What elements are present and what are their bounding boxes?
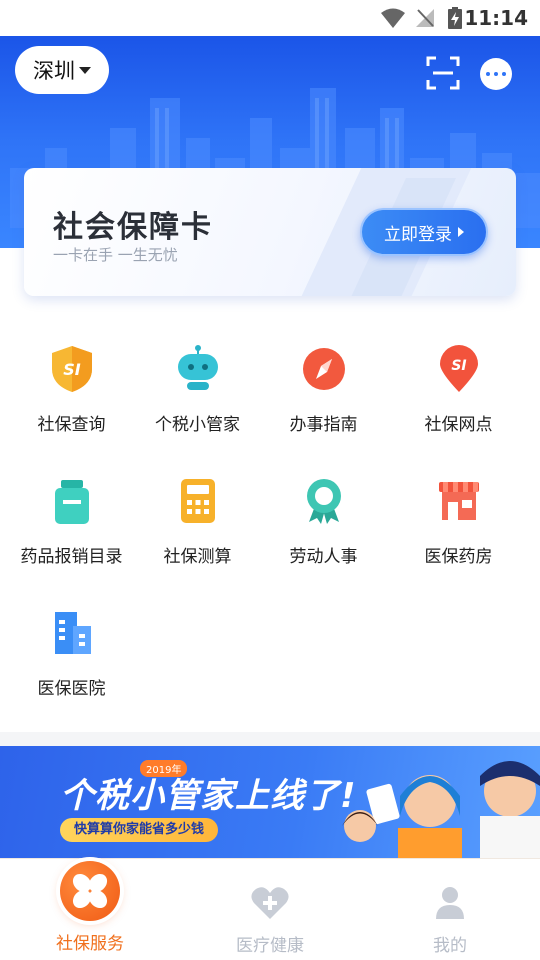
section-divider bbox=[0, 732, 540, 746]
medicine-bottle-icon bbox=[55, 480, 89, 524]
service-item-pharmacy[interactable]: 医保药房 bbox=[391, 468, 526, 578]
banner-headline: 个税小管家上线了! bbox=[60, 776, 357, 816]
service-item-social-security-query[interactable]: SI 社保查询 bbox=[4, 336, 139, 446]
service-item-guide[interactable]: 办事指南 bbox=[256, 336, 391, 446]
service-label: 社保测算 bbox=[163, 547, 232, 567]
service-label: 办事指南 bbox=[289, 415, 358, 435]
battery-charging-icon bbox=[448, 7, 462, 29]
login-button[interactable]: 立即登录 bbox=[360, 208, 488, 256]
bottom-nav: 社保服务 医疗健康 我的 bbox=[0, 858, 540, 960]
svg-text:SI: SI bbox=[63, 360, 81, 379]
user-profile-icon bbox=[436, 887, 464, 919]
location-pin-icon: SI bbox=[440, 345, 478, 392]
arrow-right-icon bbox=[458, 227, 464, 237]
calculator-icon bbox=[181, 479, 215, 523]
badge-medal-icon bbox=[307, 479, 341, 524]
service-label: 药品报销目录 bbox=[20, 547, 123, 567]
banner-pill: 快算算你家能省多少钱 bbox=[60, 818, 219, 842]
social-security-card: 社会保障卡 一卡在手 一生无忧 立即登录 bbox=[24, 168, 516, 296]
pharmacy-store-icon bbox=[439, 482, 479, 520]
scan-icon[interactable] bbox=[426, 56, 460, 90]
nav-tab-mine[interactable]: 我的 bbox=[360, 859, 540, 960]
social-services-icon bbox=[60, 861, 120, 921]
service-item-calculator[interactable]: 社保测算 bbox=[130, 468, 265, 578]
nav-tab-medical-health[interactable]: 医疗健康 bbox=[180, 859, 360, 960]
service-label: 劳动人事 bbox=[289, 547, 358, 567]
compass-icon bbox=[303, 348, 345, 390]
service-item-labor-personnel[interactable]: 劳动人事 bbox=[256, 468, 391, 578]
nav-tab-label: 我的 bbox=[433, 936, 467, 956]
robot-icon bbox=[178, 345, 218, 390]
svg-text:SI: SI bbox=[451, 358, 466, 374]
service-label: 医保药房 bbox=[424, 547, 493, 567]
no-signal-icon bbox=[416, 9, 434, 27]
card-subtitle: 一卡在手 一生无忧 bbox=[53, 246, 178, 264]
status-bar: 11:14 bbox=[0, 0, 540, 36]
service-label: 社保查询 bbox=[37, 415, 106, 435]
city-label: 深圳 bbox=[33, 59, 75, 83]
service-label: 个税小管家 bbox=[155, 415, 240, 435]
status-time: 11:14 bbox=[464, 6, 528, 30]
nav-tab-label: 社保服务 bbox=[56, 934, 124, 954]
message-icon[interactable] bbox=[480, 58, 512, 90]
service-item-drug-catalog[interactable]: 药品报销目录 bbox=[4, 468, 139, 578]
wifi-icon bbox=[381, 8, 405, 28]
service-item-outlets[interactable]: SI 社保网点 bbox=[391, 336, 526, 446]
service-label: 医保医院 bbox=[37, 679, 106, 699]
heart-plus-icon bbox=[251, 887, 289, 919]
hospital-building-icon bbox=[55, 612, 91, 654]
nav-tab-label: 医疗健康 bbox=[236, 936, 304, 956]
city-selector[interactable]: 深圳 bbox=[15, 46, 109, 94]
card-title: 社会保障卡 bbox=[53, 210, 213, 245]
service-item-hospital[interactable]: 医保医院 bbox=[4, 600, 139, 710]
login-button-label: 立即登录 bbox=[384, 224, 452, 245]
promo-banner[interactable]: 2019年 个税小管家上线了! 快算算你家能省多少钱 bbox=[0, 746, 540, 858]
shield-si-icon: SI bbox=[52, 346, 92, 392]
service-item-tax-assistant[interactable]: 个税小管家 bbox=[130, 336, 265, 446]
nav-tab-social-services[interactable]: 社保服务 bbox=[0, 859, 180, 960]
chevron-down-icon bbox=[79, 66, 91, 74]
service-label: 社保网点 bbox=[424, 415, 493, 435]
